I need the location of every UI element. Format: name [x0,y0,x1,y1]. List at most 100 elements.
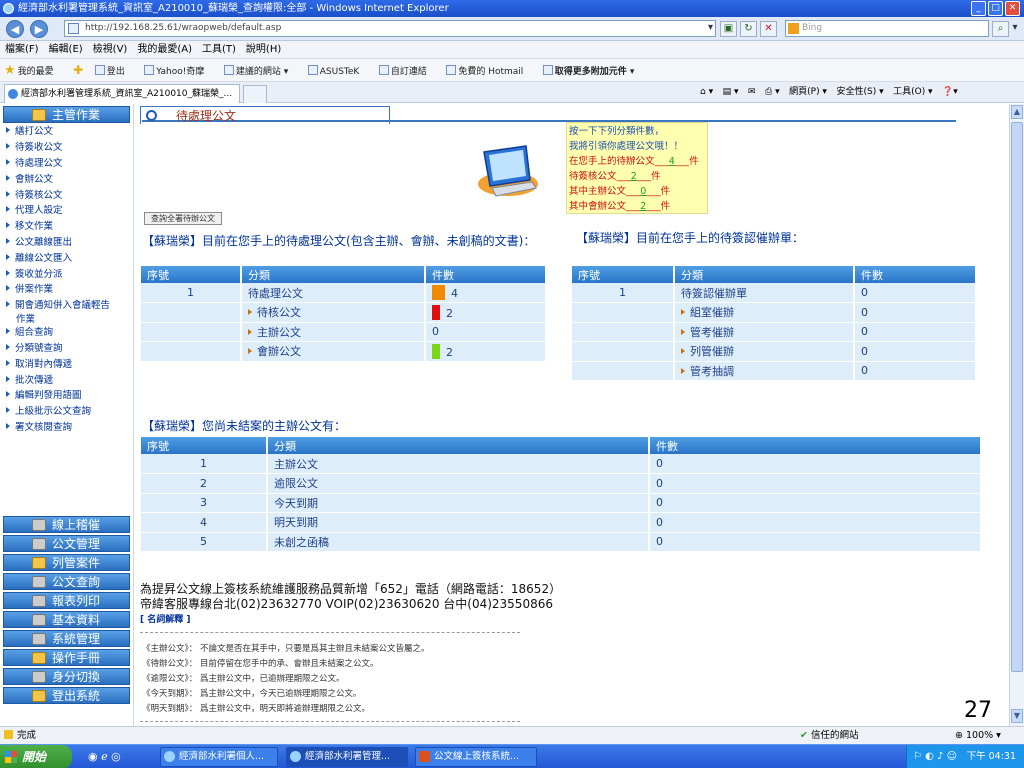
table-row[interactable]: 4 明天到期 0 [141,512,982,533]
start-button[interactable]: 開始 [0,745,72,768]
menu-help[interactable]: 說明(H) [241,41,286,59]
menu-edit[interactable]: 編輯(E) [44,41,88,59]
print-icon[interactable]: ⎙ ▾ [765,82,780,103]
sidebar-section[interactable]: 公文管理 [3,535,130,552]
sidebar-section[interactable]: 操作手冊 [3,649,130,666]
sidebar-section[interactable]: 列管案件 [3,554,130,571]
table-row[interactable]: 會辦公文 2 [141,341,547,362]
sidebar-section[interactable]: 公文查詢 [3,573,130,590]
mail-icon[interactable]: ✉ [748,82,756,103]
sidebar-item[interactable]: 公文離線匯出 [6,236,72,250]
category-link[interactable]: 明天到期 [267,512,650,533]
tray-icons[interactable]: ⚐ ◐ ♪ ☺ [913,745,957,768]
sidebar-section[interactable]: 基本資料 [3,611,130,628]
category-link[interactable]: 主辦公文 [267,454,650,474]
security-zone[interactable]: ✔ 信任的網站 [800,727,859,744]
maximize-button[interactable]: □ [988,1,1003,16]
table-row[interactable]: 3 今天到期 0 [141,493,982,513]
table-row[interactable]: 列管催辦 0 [572,341,977,362]
sidebar-item[interactable]: 分類號查詢 [6,342,63,356]
sidebar-main-header[interactable]: 主管作業 [3,106,130,123]
compat-icon[interactable]: ▣ [720,21,737,37]
query-all-button[interactable]: 查詢全署待辦公文 [144,212,222,225]
address-field[interactable]: http://192.168.25.61/wraopweb/default.as… [64,20,716,37]
notice-main[interactable]: 其中主辦公文___0___件 [569,184,707,199]
cmd-tools[interactable]: 工具(O) ▾ [893,82,933,103]
taskbar-item[interactable]: 經濟部水利署個人... [160,747,278,767]
sidebar-item[interactable]: 待簽核公文 [6,189,63,203]
category-link[interactable]: 管考抽調 [674,361,855,381]
favorites-button[interactable]: ★ 我的最愛 [0,59,62,81]
new-tab-button[interactable] [243,85,267,103]
quicklaunch-icons[interactable]: ◉ ℯ ◎ [88,750,121,763]
category-link[interactable]: 列管催辦 [674,341,855,362]
table-row[interactable]: 管考催辦 0 [572,322,977,342]
tab-active[interactable]: 經濟部水利署管理系統_資訊室_A210010_蘇瑞榮_... [4,84,240,103]
rss-icon[interactable]: ▤ ▾ [723,82,739,103]
notice-cosign[interactable]: 其中會辦公文___2___件 [569,199,707,214]
menu-tools[interactable]: 工具(T) [197,41,241,59]
table-row[interactable]: 主辦公文 0 [141,322,547,342]
fav-yahoo[interactable]: Yahoo!奇摩 [144,61,212,81]
category-link[interactable]: 未創之函稿 [267,532,650,552]
taskbar-item[interactable]: 經濟部水利署管理... [286,747,408,767]
menu-favorites[interactable]: 我的最愛(A) [132,41,197,59]
table-row[interactable]: 5 未創之函稿 0 [141,532,982,552]
menu-file[interactable]: 檔案(F) [0,41,44,59]
category-link[interactable]: 待處理公文 [241,283,426,303]
category-link[interactable]: 今天到期 [267,493,650,513]
table-row[interactable]: 1 待簽認催辦單 0 [572,283,977,303]
fav-asustek[interactable]: ASUSTeK [307,61,368,81]
sidebar-item[interactable]: 移文作業 [6,220,53,234]
notice-review[interactable]: 待簽核公文___2___件 [569,169,707,184]
category-link[interactable]: 主辦公文 [241,322,426,342]
home-icon[interactable]: ⌂ ▾ [700,82,713,103]
search-dropdown-icon[interactable]: ▾ [1008,21,1022,37]
back-icon[interactable]: ◀ [6,20,24,38]
cmd-safety[interactable]: 安全性(S) ▾ [836,82,883,103]
sidebar-item[interactable]: 批次傳遞 [6,374,53,388]
minimize-button[interactable]: _ [971,1,986,16]
sidebar-item[interactable]: 繕打公文 [6,125,53,139]
sidebar-section[interactable]: 線上稽催 [3,516,130,533]
category-link[interactable]: 待核公文 [241,302,426,323]
vertical-scrollbar[interactable]: ▲ ▼ [1009,104,1024,726]
category-link[interactable]: 管考催辦 [674,322,855,342]
add-favorite-icon[interactable]: ✚ [73,59,83,81]
sidebar-item[interactable]: 取消對內傳遞 [6,358,72,372]
sidebar-section[interactable]: 系統管理 [3,630,130,647]
scroll-down-icon[interactable]: ▼ [1011,709,1023,723]
scroll-up-icon[interactable]: ▲ [1011,105,1023,119]
sidebar-item[interactable]: 上級批示公文查詢 [6,405,91,419]
address-dropdown-icon[interactable]: ▾ [702,21,719,37]
scroll-thumb[interactable] [1011,122,1023,672]
category-link[interactable]: 逾限公文 [267,473,650,494]
category-link[interactable]: 待簽認催辦單 [674,283,855,303]
sidebar-item[interactable]: 會辦公文 [6,173,53,187]
table-row[interactable]: 2 逾限公文 0 [141,473,982,494]
sidebar-section[interactable]: 身分切換 [3,668,130,685]
fav-suggested[interactable]: 建議的網站 ▾ [223,61,296,81]
table-row[interactable]: 管考抽調 0 [572,361,977,381]
menu-view[interactable]: 檢視(V) [88,41,133,59]
search-icon[interactable]: ⌕ [992,21,1009,37]
help-icon[interactable]: ❓▾ [942,82,958,103]
sidebar-item[interactable]: 開會通知併入會議輕告作業 [6,299,118,327]
refresh-icon[interactable]: ↻ [740,21,757,37]
fav-hotmail[interactable]: 免費的 Hotmail [446,61,531,81]
sidebar-item[interactable]: 組合查詢 [6,326,53,340]
table-row[interactable]: 組室催辦 0 [572,302,977,323]
sidebar-item[interactable]: 編輯判發用語圖 [6,389,82,403]
forward-icon[interactable]: ▶ [30,20,48,38]
search-input[interactable]: Bing [785,20,989,37]
close-button[interactable]: ✕ [1005,1,1020,16]
table-row[interactable]: 待核公文 2 [141,302,547,323]
sidebar-item[interactable]: 併案作業 [6,283,53,297]
fav-addons[interactable]: 取得更多附加元件 ▾ [542,61,643,81]
sidebar-item[interactable]: 離線公文匯入 [6,252,72,266]
stop-icon[interactable]: ✕ [760,21,777,37]
fav-custom-links[interactable]: 自訂連結 [378,61,435,81]
sidebar-section[interactable]: 登出系統 [3,687,130,704]
category-link[interactable]: 組室催辦 [674,302,855,323]
sidebar-item[interactable]: 署文核閱查詢 [6,421,72,435]
